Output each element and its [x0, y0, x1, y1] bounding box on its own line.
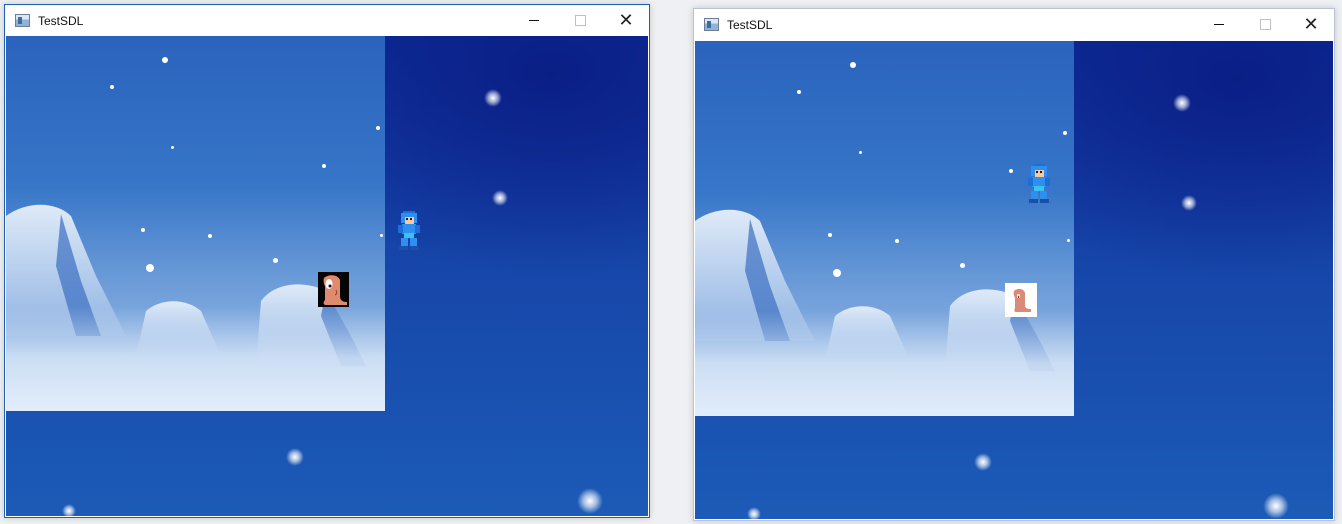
snowflake: [286, 448, 304, 466]
snowflake: [1067, 239, 1070, 242]
sdl-window-1[interactable]: TestSDL ✕: [4, 4, 650, 518]
maximize-icon: [1259, 19, 1271, 30]
megaman-sprite: [1028, 164, 1050, 203]
close-icon: ✕: [1303, 14, 1319, 35]
snowflake: [797, 90, 801, 94]
maximize-button[interactable]: [1242, 9, 1288, 40]
maximize-button[interactable]: [557, 5, 603, 36]
snowflake: [484, 89, 502, 107]
snowflake: [1181, 195, 1197, 211]
snowflake: [380, 234, 383, 237]
snowflake: [322, 164, 326, 168]
snowflake: [833, 269, 841, 277]
window-title: TestSDL: [38, 13, 84, 28]
ice-background-image: [6, 36, 385, 411]
snowflake: [62, 504, 76, 516]
snowflake: [492, 190, 508, 206]
close-button[interactable]: ✕: [603, 5, 649, 36]
close-button[interactable]: ✕: [1288, 9, 1334, 40]
snowflake: [828, 233, 832, 237]
snowflake: [208, 234, 212, 238]
snowflake: [141, 228, 145, 232]
window-titlebar[interactable]: TestSDL ✕: [5, 5, 649, 36]
snowflake: [577, 488, 603, 514]
window-controls: ✕: [511, 5, 649, 36]
sdl-window-2[interactable]: TestSDL ✕: [693, 8, 1335, 521]
app-window-icon: [704, 18, 719, 31]
ice-background-image: [695, 41, 1074, 416]
snowflake: [1009, 169, 1013, 173]
app-window-icon: [15, 14, 30, 27]
megaman-sprite: [398, 211, 420, 250]
snowflake: [273, 258, 278, 263]
snowflake: [162, 57, 168, 63]
maximize-icon: [574, 15, 586, 26]
window-title: TestSDL: [727, 17, 773, 32]
snowflake: [1063, 131, 1067, 135]
worm-sprite: [318, 272, 349, 307]
snowflake: [850, 62, 856, 68]
game-viewport[interactable]: [695, 41, 1333, 519]
snowflake: [974, 453, 992, 471]
minimize-button[interactable]: [511, 5, 557, 36]
game-viewport[interactable]: [6, 36, 648, 516]
minimize-button[interactable]: [1196, 9, 1242, 40]
snowflake: [171, 146, 174, 149]
snowflake: [146, 264, 154, 272]
window-controls: ✕: [1196, 9, 1334, 40]
snowflake: [960, 263, 965, 268]
snowflake: [110, 85, 114, 89]
snowflake: [747, 507, 761, 519]
snowflake: [859, 151, 862, 154]
close-icon: ✕: [618, 10, 634, 31]
worm-sprite: [1005, 283, 1037, 317]
window-titlebar[interactable]: TestSDL ✕: [694, 9, 1334, 40]
minimize-icon: [1214, 24, 1224, 25]
snowflake: [895, 239, 899, 243]
snowflake: [1263, 493, 1289, 519]
minimize-icon: [529, 20, 539, 21]
snowflake: [1173, 94, 1191, 112]
snowflake: [376, 126, 380, 130]
